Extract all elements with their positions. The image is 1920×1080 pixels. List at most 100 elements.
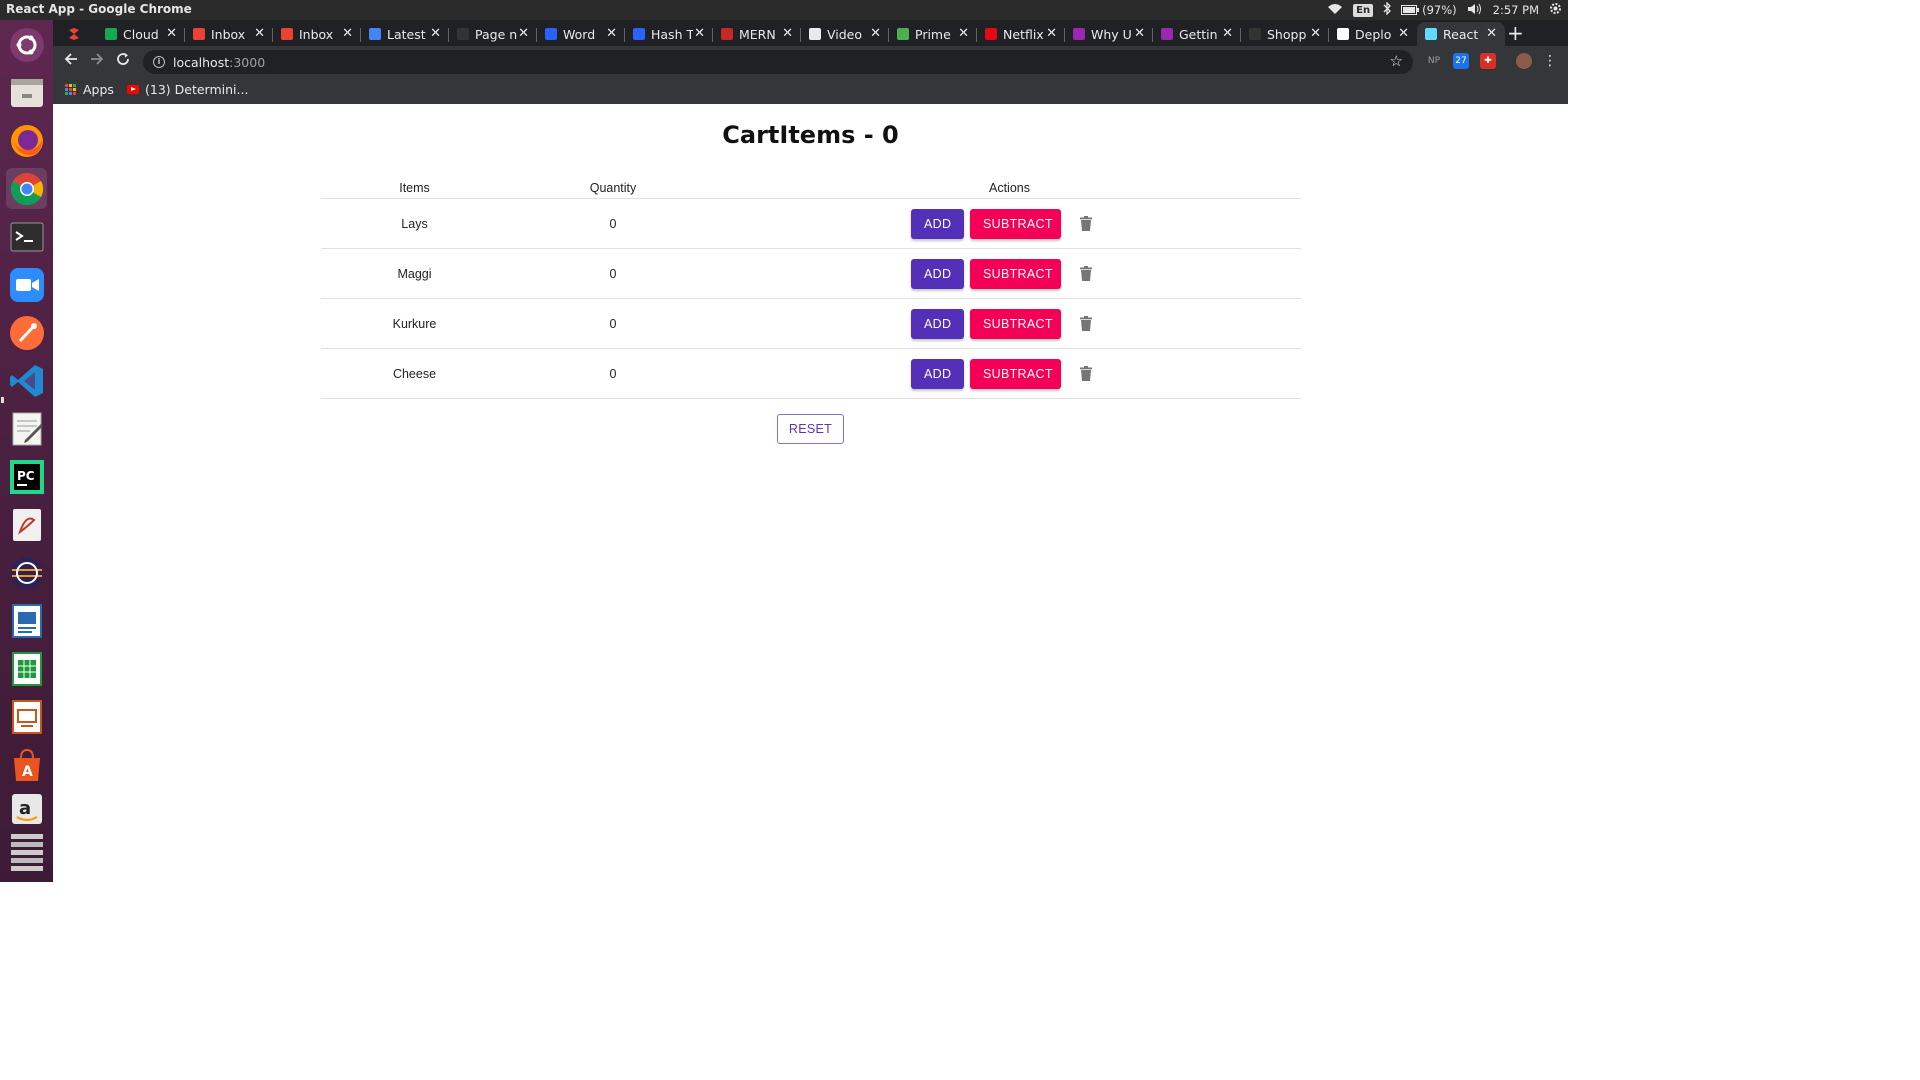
browser-tab[interactable]: Prime ✕	[889, 22, 977, 46]
add-button[interactable]: ADD	[911, 359, 964, 389]
reload-icon[interactable]	[114, 52, 132, 70]
tab-close-icon[interactable]: ✕	[694, 26, 705, 41]
item-name: Maggi	[397, 266, 432, 281]
bluetooth-icon[interactable]	[1383, 1, 1392, 18]
active-indicator	[1, 397, 4, 403]
zoom-icon[interactable]	[6, 264, 47, 305]
browser-tab[interactable]: MERN ✕	[713, 22, 801, 46]
tab-close-icon[interactable]: ✕	[1222, 26, 1233, 41]
tab-close-icon[interactable]: ✕	[1310, 26, 1321, 41]
netflix-icon	[985, 28, 997, 40]
tab-close-icon[interactable]: ✕	[518, 26, 529, 41]
tab-close-icon[interactable]: ✕	[166, 26, 177, 41]
libreoffice-impress-icon[interactable]	[6, 696, 47, 737]
document-viewer-icon[interactable]	[6, 504, 47, 545]
delete-trash-icon[interactable]	[1080, 366, 1092, 381]
browser-tab[interactable]: Deplo ✕	[1329, 22, 1417, 46]
chrome-icon[interactable]	[6, 168, 47, 209]
tab-close-icon[interactable]: ✕	[870, 26, 881, 41]
firefox-icon[interactable]	[6, 120, 47, 161]
back-arrow-icon[interactable]	[62, 52, 80, 70]
vscode-icon[interactable]	[6, 360, 47, 401]
address-bar[interactable]: i localhost:3000 ☆	[143, 50, 1413, 74]
tab-label: MERN	[739, 26, 776, 42]
browser-tab[interactable]: Page n ✕	[449, 22, 537, 46]
wifi-icon[interactable]	[1327, 3, 1343, 18]
tab-close-icon[interactable]: ✕	[1134, 26, 1145, 41]
site-info-icon[interactable]: i	[153, 56, 165, 68]
svg-text:a: a	[19, 798, 31, 819]
add-button[interactable]: ADD	[911, 259, 964, 289]
software-store-icon[interactable]: A	[6, 744, 47, 785]
keyboard-language-indicator[interactable]: En	[1353, 3, 1374, 17]
tab-close-icon[interactable]: ✕	[1486, 26, 1497, 41]
subtract-button[interactable]: SUBTRACT	[970, 359, 1061, 389]
add-button[interactable]: ADD	[911, 309, 964, 339]
url-host: localhost	[173, 54, 230, 70]
new-tab-button[interactable]: +	[1507, 21, 1524, 45]
delete-trash-icon[interactable]	[1080, 316, 1092, 331]
browser-tab[interactable]: Word ✕	[537, 22, 625, 46]
profile-avatar[interactable]	[1516, 53, 1532, 69]
terminal-icon[interactable]	[6, 216, 47, 257]
bookmark-youtube[interactable]: (13) Determini...	[127, 82, 248, 97]
browser-tab[interactable]: Video ✕	[801, 22, 889, 46]
tab-label: Cloud	[123, 26, 159, 42]
reset-button[interactable]: RESET	[777, 414, 844, 444]
files-icon[interactable]	[6, 72, 47, 113]
delete-trash-icon[interactable]	[1080, 266, 1092, 281]
apps-grid-icon	[65, 83, 77, 96]
tab-close-icon[interactable]: ✕	[606, 26, 617, 41]
tab-close-icon[interactable]: ✕	[782, 26, 793, 41]
bookmark-youtube-label: (13) Determini...	[145, 82, 249, 97]
subtract-button[interactable]: SUBTRACT	[970, 209, 1061, 239]
libreoffice-writer-icon[interactable]	[6, 600, 47, 641]
tab-close-icon[interactable]: ✕	[342, 26, 353, 41]
postman-icon[interactable]	[6, 312, 47, 353]
subtract-button[interactable]: SUBTRACT	[970, 259, 1061, 289]
browser-tab[interactable]: Shopp ✕	[1241, 22, 1329, 46]
browser-tab[interactable]: Gettin ✕	[1153, 22, 1241, 46]
add-button[interactable]: ADD	[911, 209, 964, 239]
browser-tab[interactable]: Cloud ✕	[97, 22, 185, 46]
bookmark-apps[interactable]: Apps	[65, 82, 114, 97]
eclipse-icon[interactable]	[6, 552, 47, 593]
delete-trash-icon[interactable]	[1080, 216, 1092, 231]
extension-np-icon[interactable]: NP	[1426, 53, 1442, 69]
extension-calendar-icon[interactable]: 27	[1453, 53, 1469, 69]
extension-red-icon[interactable]: ✚	[1480, 53, 1496, 69]
subtract-button[interactable]: SUBTRACT	[970, 309, 1061, 339]
text-editor-icon[interactable]	[6, 408, 47, 449]
browser-tab[interactable]: Latest ✕	[361, 22, 449, 46]
browser-tab[interactable]: Inbox ✕	[273, 22, 361, 46]
forward-arrow-icon[interactable]	[88, 52, 106, 70]
battery-indicator[interactable]: (97%)	[1401, 3, 1457, 17]
bookmark-star-icon[interactable]: ☆	[1390, 52, 1403, 70]
tab-close-icon[interactable]: ✕	[430, 26, 441, 41]
clock[interactable]: 2:57 PM	[1493, 3, 1539, 17]
stacked-apps-icon[interactable]	[6, 828, 47, 878]
tab-close-icon[interactable]: ✕	[958, 26, 969, 41]
volume-icon[interactable]	[1467, 3, 1483, 18]
url-port: :3000	[229, 54, 266, 70]
ubuntu-launcher: PC A a	[0, 20, 53, 882]
pycharm-icon[interactable]: PC	[6, 456, 47, 497]
tab-close-icon[interactable]: ✕	[254, 26, 265, 41]
browser-tab[interactable]: Hash T ✕	[625, 22, 713, 46]
settings-gear-icon[interactable]	[1549, 2, 1562, 18]
amazon-icon[interactable]: a	[6, 788, 47, 829]
browser-tab[interactable]: Why U ✕	[1065, 22, 1153, 46]
browser-tab[interactable]: Inbox ✕	[185, 22, 273, 46]
tab-label: Gettin	[1179, 26, 1218, 42]
browser-tab[interactable]: Netflix ✕	[977, 22, 1065, 46]
tab-close-icon[interactable]: ✕	[1046, 26, 1057, 41]
tab-label: Latest	[387, 26, 426, 42]
ubuntu-logo-icon[interactable]	[6, 24, 47, 65]
libreoffice-calc-icon[interactable]	[6, 648, 47, 689]
browser-tab[interactable]: React ✕	[1417, 22, 1505, 46]
system-indicators: En (97%) 2:57 PM	[1327, 0, 1562, 20]
tab-close-icon[interactable]: ✕	[1398, 26, 1409, 41]
tab-search-icon[interactable]	[67, 26, 81, 45]
os-top-bar: React App - Google Chrome En (97%) 2:57 …	[0, 0, 1568, 20]
chrome-menu-icon[interactable]: ⋮	[1542, 53, 1558, 69]
